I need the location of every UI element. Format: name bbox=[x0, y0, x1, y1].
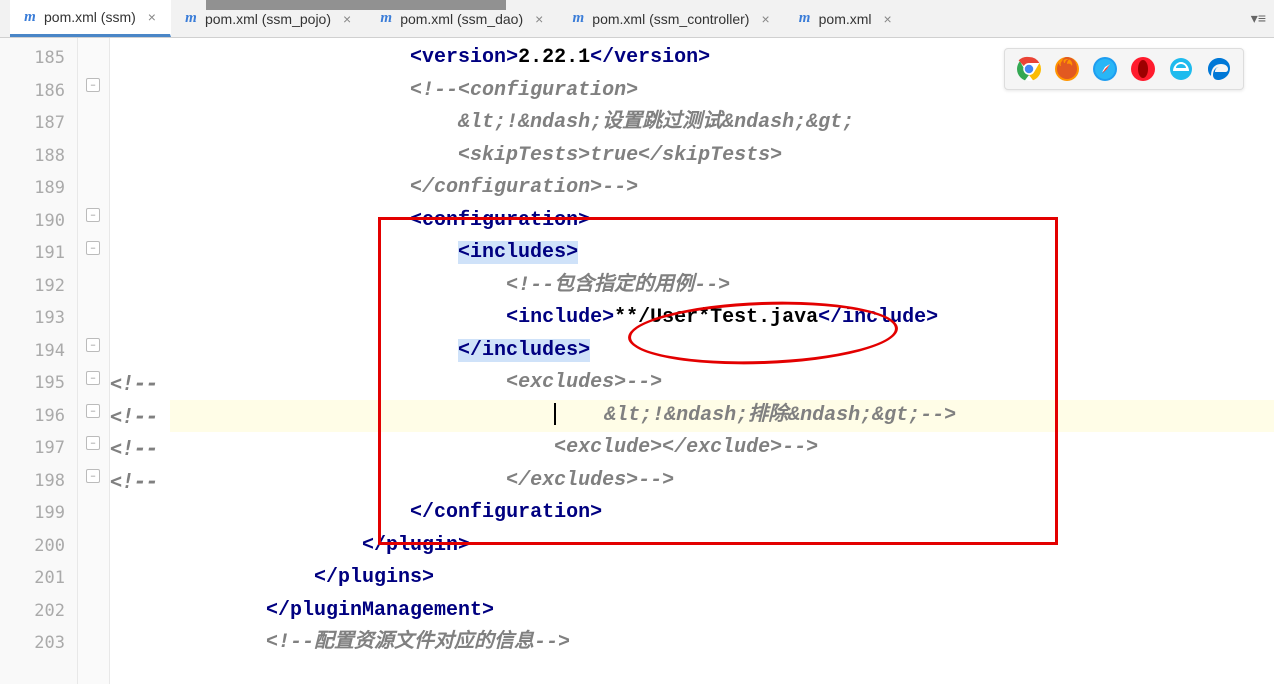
line-number: 188 bbox=[0, 140, 77, 173]
code-line[interactable]: </configuration>--> bbox=[170, 172, 1274, 205]
tab-label: pom.xml bbox=[819, 11, 872, 27]
fold-toggle-icon[interactable]: − bbox=[86, 436, 100, 450]
code-line[interactable]: <excludes>--> bbox=[170, 367, 1274, 400]
code-line[interactable]: </pluginManagement> bbox=[170, 595, 1274, 628]
line-number: 190 bbox=[0, 205, 77, 238]
code-line[interactable]: <include>**/User*Test.java</include> bbox=[170, 302, 1274, 335]
line-number: 202 bbox=[0, 595, 77, 628]
tab-label: pom.xml (ssm_controller) bbox=[592, 11, 749, 27]
fold-toggle-icon[interactable]: − bbox=[86, 469, 100, 483]
code-editor[interactable]: 185 186 187 188 189 190 191 192 193 194 … bbox=[0, 38, 1274, 684]
close-icon[interactable]: × bbox=[146, 9, 158, 25]
maven-icon: m bbox=[22, 9, 38, 25]
line-number: 197 bbox=[0, 432, 77, 465]
code-line[interactable]: <includes> bbox=[170, 237, 1274, 270]
opera-icon[interactable] bbox=[1129, 55, 1157, 83]
chrome-icon[interactable] bbox=[1015, 55, 1043, 83]
line-number: 196 bbox=[0, 400, 77, 433]
code-line[interactable]: </plugin> bbox=[170, 530, 1274, 563]
close-icon[interactable]: × bbox=[341, 11, 353, 27]
fold-toggle-icon[interactable]: − bbox=[86, 78, 100, 92]
code-line[interactable]: </configuration> bbox=[170, 497, 1274, 530]
tab-pom-ssm[interactable]: m pom.xml (ssm) × bbox=[10, 0, 171, 37]
code-line[interactable]: <exclude></exclude>--> bbox=[170, 432, 1274, 465]
code-line[interactable]: </plugins> bbox=[170, 562, 1274, 595]
fold-toggle-icon[interactable]: − bbox=[86, 208, 100, 222]
code-line[interactable]: </includes> bbox=[170, 335, 1274, 368]
firefox-icon[interactable] bbox=[1053, 55, 1081, 83]
safari-icon[interactable] bbox=[1091, 55, 1119, 83]
line-number: 203 bbox=[0, 627, 77, 660]
line-number: 189 bbox=[0, 172, 77, 205]
line-number: 199 bbox=[0, 497, 77, 530]
line-number: 195 bbox=[0, 367, 77, 400]
top-overlay bbox=[206, 0, 506, 10]
line-number: 201 bbox=[0, 562, 77, 595]
tab-label: pom.xml (ssm_pojo) bbox=[205, 11, 331, 27]
line-number: 198 bbox=[0, 465, 77, 498]
code-line[interactable]: </excludes>--> bbox=[170, 465, 1274, 498]
line-number-gutter: 185 186 187 188 189 190 191 192 193 194 … bbox=[0, 38, 78, 684]
fold-toggle-icon[interactable]: − bbox=[86, 404, 100, 418]
maven-icon: m bbox=[183, 11, 199, 27]
line-number: 192 bbox=[0, 270, 77, 303]
line-number: 185 bbox=[0, 42, 77, 75]
code-line-current[interactable]: &lt;!&ndash;排除&ndash;&gt;--> bbox=[170, 400, 1274, 433]
fold-gutter: − − − − − − − − bbox=[78, 38, 110, 684]
comment-prefix: <!-- bbox=[110, 404, 158, 428]
tab-label: pom.xml (ssm) bbox=[44, 9, 136, 25]
line-number: 186 bbox=[0, 75, 77, 108]
code-line[interactable]: <!--配置资源文件对应的信息--> bbox=[170, 627, 1274, 660]
comment-prefix: <!-- bbox=[110, 436, 158, 460]
prefix-gutter: <!-- <!-- <!-- <!-- bbox=[110, 38, 170, 684]
maven-icon: m bbox=[570, 11, 586, 27]
code-line[interactable]: <!--包含指定的用例--> bbox=[170, 270, 1274, 303]
tab-pom-xml[interactable]: m pom.xml × bbox=[785, 0, 907, 37]
comment-prefix: <!-- bbox=[110, 371, 158, 395]
ie-icon[interactable] bbox=[1167, 55, 1195, 83]
editor-tabs: m pom.xml (ssm) × m pom.xml (ssm_pojo) ×… bbox=[0, 0, 1274, 38]
maven-icon: m bbox=[378, 11, 394, 27]
tab-pom-ssm-controller[interactable]: m pom.xml (ssm_controller) × bbox=[558, 0, 784, 37]
code-line[interactable]: <skipTests>true</skipTests> bbox=[170, 140, 1274, 173]
fold-toggle-icon[interactable]: − bbox=[86, 241, 100, 255]
code-line[interactable]: &lt;!&ndash;设置跳过测试&ndash;&gt; bbox=[170, 107, 1274, 140]
code-line[interactable]: <configuration> bbox=[170, 205, 1274, 238]
line-number: 194 bbox=[0, 335, 77, 368]
fold-toggle-icon[interactable]: − bbox=[86, 371, 100, 385]
browser-launcher-panel bbox=[1004, 48, 1244, 90]
line-number: 187 bbox=[0, 107, 77, 140]
close-icon[interactable]: × bbox=[533, 11, 545, 27]
close-icon[interactable]: × bbox=[882, 11, 894, 27]
line-number: 200 bbox=[0, 530, 77, 563]
close-icon[interactable]: × bbox=[759, 11, 771, 27]
maven-icon: m bbox=[797, 11, 813, 27]
tab-label: pom.xml (ssm_dao) bbox=[400, 11, 523, 27]
comment-prefix: <!-- bbox=[110, 469, 158, 493]
line-number: 193 bbox=[0, 302, 77, 335]
tabs-more-icon[interactable]: ▾≡ bbox=[1243, 0, 1274, 37]
line-number: 191 bbox=[0, 237, 77, 270]
edge-icon[interactable] bbox=[1205, 55, 1233, 83]
code-area[interactable]: <version>2.22.1</version> <!--<configura… bbox=[170, 38, 1274, 684]
fold-toggle-icon[interactable]: − bbox=[86, 338, 100, 352]
